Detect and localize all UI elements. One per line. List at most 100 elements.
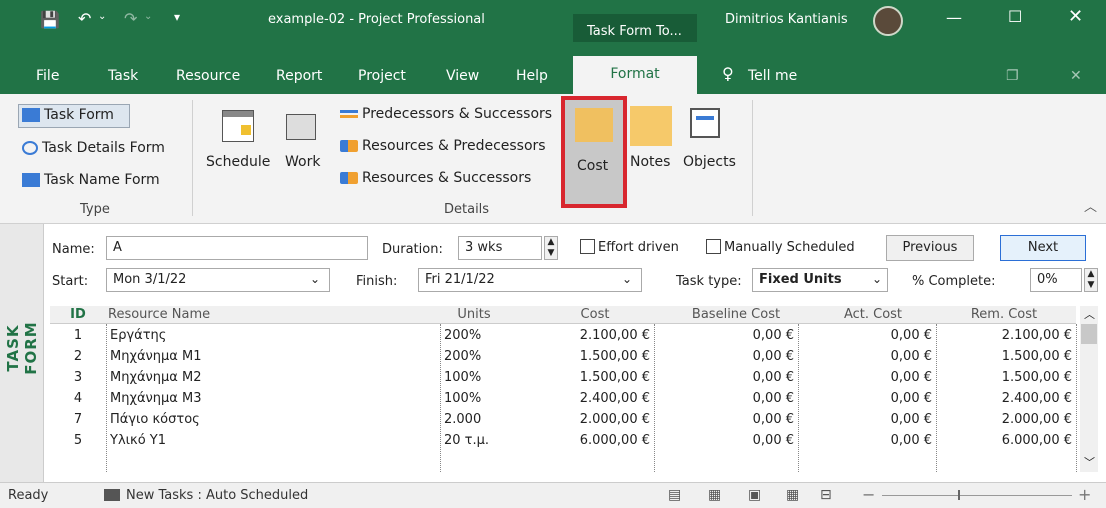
cell-cost[interactable]: 2.400,00 €	[540, 391, 650, 406]
cell-rem[interactable]: 2.100,00 €	[950, 328, 1072, 343]
cell-baseline[interactable]: 0,00 €	[680, 391, 794, 406]
percent-spinner[interactable]: ▲ ▼	[1084, 268, 1098, 292]
notes-button[interactable]: Notes	[630, 154, 670, 170]
task-name-form-button[interactable]: Task Name Form	[22, 172, 160, 188]
zoom-slider[interactable]	[882, 495, 1072, 496]
cell-cost[interactable]: 1.500,00 €	[540, 349, 650, 364]
user-name[interactable]: Dimitrios Kantianis	[725, 12, 848, 27]
cell-name[interactable]: Μηχάνημα Μ2	[110, 370, 430, 385]
zoom-slider-thumb[interactable]	[958, 490, 960, 500]
chevron-down-icon[interactable]: ⌄	[872, 272, 882, 286]
zoom-in-icon[interactable]: +	[1078, 485, 1091, 504]
team-planner-icon[interactable]: ▣	[748, 487, 761, 503]
chevron-down-icon[interactable]: ⌄	[310, 272, 320, 286]
cell-name[interactable]: Εργάτης	[110, 328, 430, 343]
cell-name[interactable]: Μηχάνημα Μ1	[110, 349, 430, 364]
cell-act[interactable]: 0,00 €	[820, 412, 932, 427]
cell-rem[interactable]: 1.500,00 €	[950, 370, 1072, 385]
tab-help[interactable]: Help	[516, 68, 548, 84]
cell-baseline[interactable]: 0,00 €	[680, 328, 794, 343]
cell-rem[interactable]: 2.400,00 €	[950, 391, 1072, 406]
cell-cost[interactable]: 2.100,00 €	[540, 328, 650, 343]
cell-id[interactable]: 3	[58, 370, 98, 385]
cell-units[interactable]: 20 τ.μ.	[444, 433, 534, 448]
cell-units[interactable]: 200%	[444, 349, 534, 364]
cell-units[interactable]: 200%	[444, 328, 534, 343]
cell-id[interactable]: 4	[58, 391, 98, 406]
task-usage-icon[interactable]: ▦	[708, 487, 721, 503]
cell-name[interactable]: Πάγιο κόστος	[110, 412, 430, 427]
new-tasks-mode[interactable]: New Tasks : Auto Scheduled	[126, 488, 308, 503]
task-form-button[interactable]: Task Form	[22, 107, 114, 123]
tab-report[interactable]: Report	[276, 68, 322, 84]
cell-baseline[interactable]: 0,00 €	[680, 433, 794, 448]
scroll-down-icon[interactable]: ﹀	[1084, 454, 1095, 470]
cell-units[interactable]: 100%	[444, 391, 534, 406]
report-icon[interactable]: ⊟	[820, 487, 832, 503]
cell-units[interactable]: 100%	[444, 370, 534, 385]
cell-baseline[interactable]: 0,00 €	[680, 349, 794, 364]
cell-baseline[interactable]: 0,00 €	[680, 370, 794, 385]
tell-me-search[interactable]: Tell me	[748, 68, 797, 84]
cell-id[interactable]: 5	[58, 433, 98, 448]
resources-predecessors-button[interactable]: Resources & Predecessors	[340, 138, 546, 154]
zoom-out-icon[interactable]: −	[862, 485, 875, 504]
cell-id[interactable]: 7	[58, 412, 98, 427]
cell-id[interactable]: 1	[58, 328, 98, 343]
name-field[interactable]: A	[106, 236, 368, 260]
close-icon[interactable]: ✕	[1068, 6, 1083, 27]
cell-rem[interactable]: 2.000,00 €	[950, 412, 1072, 427]
cell-rem[interactable]: 6.000,00 €	[950, 433, 1072, 448]
gantt-view-icon[interactable]: ▤	[668, 487, 681, 503]
cell-baseline[interactable]: 0,00 €	[680, 412, 794, 427]
task-type-select[interactable]: Fixed Units	[752, 268, 888, 292]
tab-project[interactable]: Project	[358, 68, 406, 84]
scroll-up-icon[interactable]: ︿	[1084, 306, 1095, 322]
restore-ribbon-icon[interactable]: ❐	[1006, 68, 1019, 84]
tab-resource[interactable]: Resource	[176, 68, 240, 84]
cell-cost[interactable]: 1.500,00 €	[540, 370, 650, 385]
objects-button[interactable]: Objects	[683, 154, 736, 170]
save-icon[interactable]: 💾	[40, 10, 60, 29]
cell-rem[interactable]: 1.500,00 €	[950, 349, 1072, 364]
collapse-ribbon-icon[interactable]: ︿	[1084, 196, 1097, 215]
cost-button[interactable]: Cost	[561, 96, 627, 208]
cell-act[interactable]: 0,00 €	[820, 391, 932, 406]
undo-icon[interactable]: ↶	[78, 9, 91, 28]
predecessors-successors-button[interactable]: Predecessors & Successors	[340, 106, 552, 122]
cell-units[interactable]: 2.000	[444, 412, 534, 427]
next-button[interactable]: Next	[1000, 235, 1086, 261]
resources-successors-button[interactable]: Resources & Successors	[340, 170, 531, 186]
previous-button[interactable]: Previous	[886, 235, 974, 261]
avatar[interactable]	[873, 6, 903, 36]
effort-driven-checkbox[interactable]	[580, 239, 595, 254]
duration-spinner[interactable]: ▲ ▼	[544, 236, 558, 260]
manually-scheduled-checkbox[interactable]	[706, 239, 721, 254]
tab-file[interactable]: File	[36, 68, 59, 84]
percent-complete-field[interactable]: 0%	[1030, 268, 1082, 292]
cell-id[interactable]: 2	[58, 349, 98, 364]
cell-act[interactable]: 0,00 €	[820, 349, 932, 364]
customize-qat-icon[interactable]: ▾	[174, 10, 180, 24]
schedule-button[interactable]: Schedule	[206, 154, 270, 170]
resource-sheet-icon[interactable]: ▦	[786, 487, 799, 503]
cell-act[interactable]: 0,00 €	[820, 328, 932, 343]
grid-scrollbar[interactable]: ︿ ﹀	[1080, 306, 1098, 472]
tab-task[interactable]: Task	[108, 68, 138, 84]
scroll-thumb[interactable]	[1081, 324, 1097, 344]
maximize-icon[interactable]: ☐	[1008, 7, 1022, 26]
cell-act[interactable]: 0,00 €	[820, 433, 932, 448]
tab-view[interactable]: View	[446, 68, 479, 84]
finish-field[interactable]: Fri 21/1/22	[418, 268, 642, 292]
cell-act[interactable]: 0,00 €	[820, 370, 932, 385]
cell-name[interactable]: Υλικό Υ1	[110, 433, 430, 448]
start-field[interactable]: Mon 3/1/22	[106, 268, 330, 292]
chevron-down-icon[interactable]: ⌄	[622, 272, 632, 286]
close-doc-icon[interactable]: ✕	[1070, 68, 1082, 84]
cell-name[interactable]: Μηχάνημα Μ3	[110, 391, 430, 406]
task-details-form-button[interactable]: Task Details Form	[22, 140, 165, 156]
undo-dropdown-icon[interactable]: ⌄	[98, 11, 106, 22]
cell-cost[interactable]: 6.000,00 €	[540, 433, 650, 448]
work-button[interactable]: Work	[285, 154, 320, 170]
tab-format[interactable]: Format	[573, 56, 697, 94]
